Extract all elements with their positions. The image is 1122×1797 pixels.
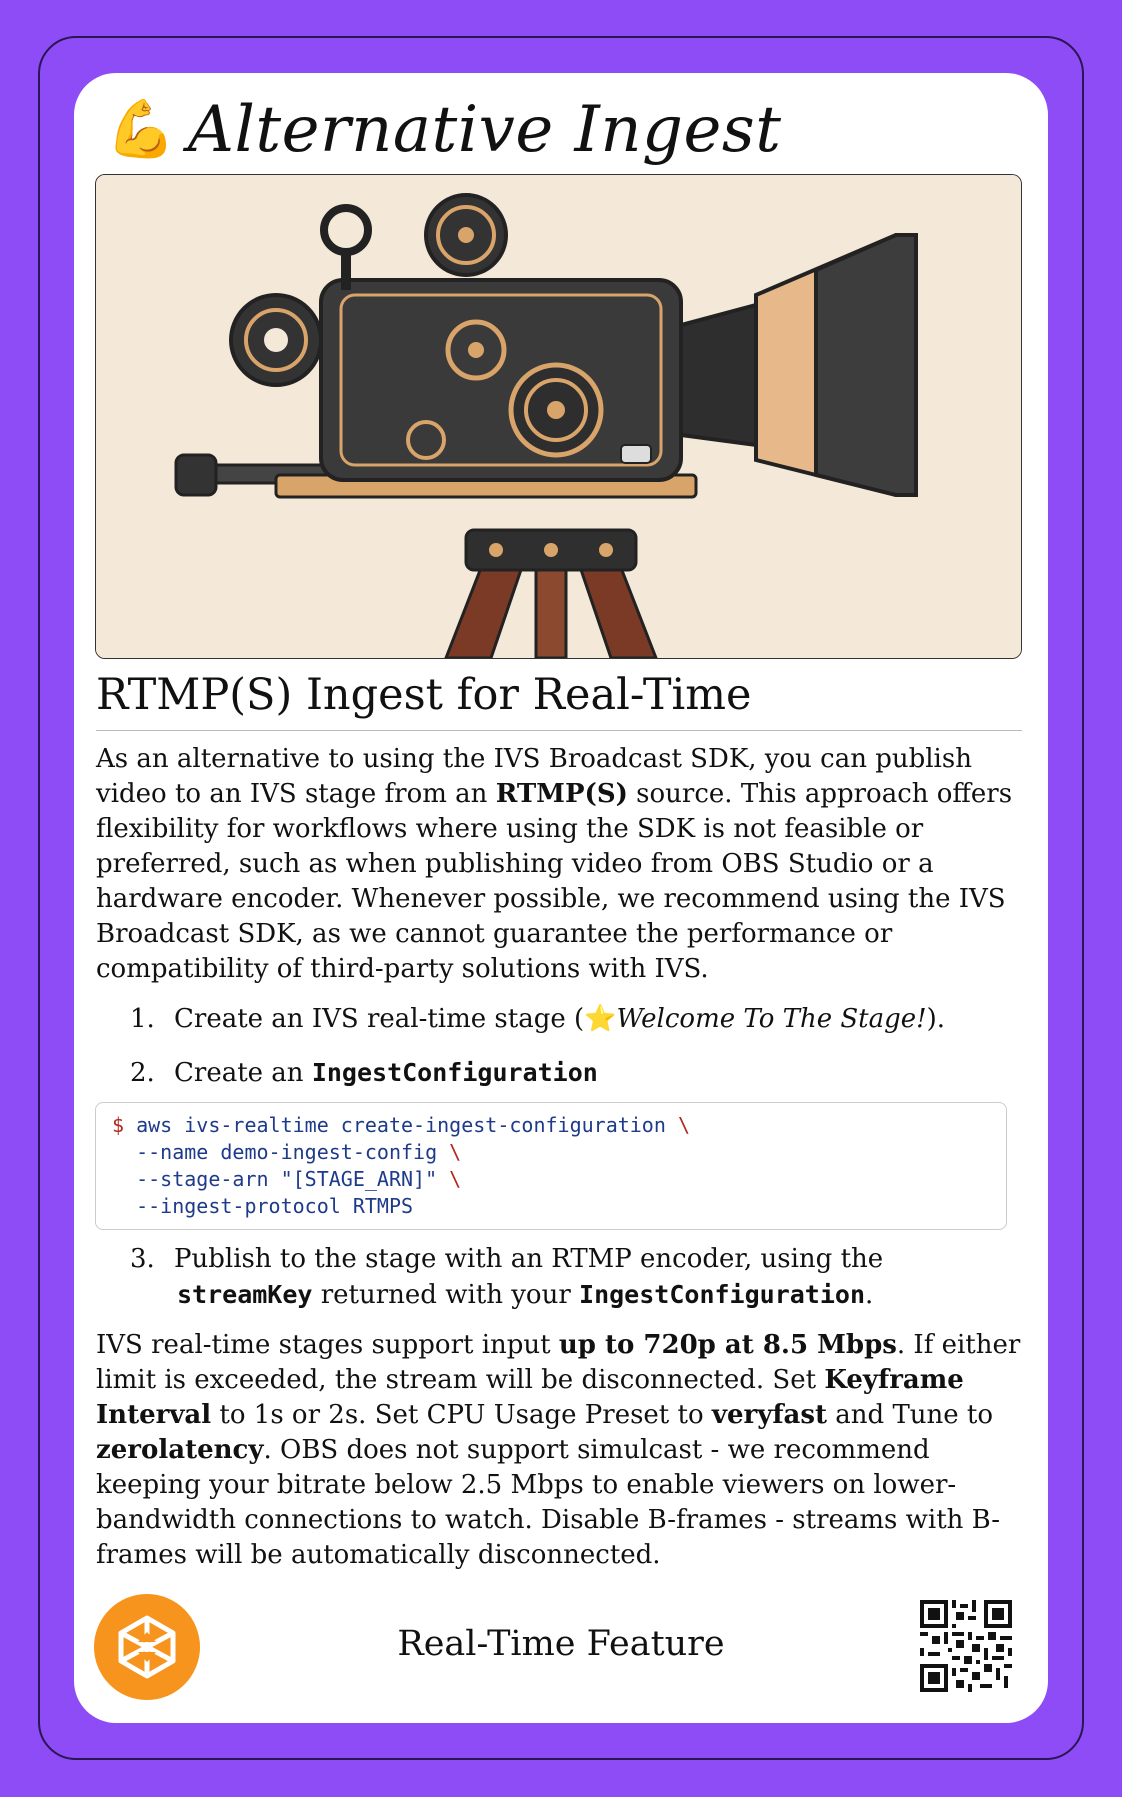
- code-block: $ aws ivs-realtime create-ingest-configu…: [95, 1102, 1007, 1230]
- step-number: 1.: [130, 1004, 155, 1034]
- notes-text: IVS real-time stages support input: [96, 1330, 559, 1360]
- movie-camera-illustration: [96, 175, 1021, 658]
- qr-code-icon: [920, 1600, 1012, 1692]
- code-continuation: \: [449, 1167, 462, 1191]
- notes-paragraph: IVS real-time stages support input up to…: [96, 1328, 1022, 1573]
- step-number: 2.: [130, 1058, 155, 1088]
- notes-text: to 1s or 2s. Set CPU Usage Preset to: [211, 1400, 712, 1430]
- hero-illustration: [95, 174, 1022, 659]
- title-row: 💪 Alternative Ingest: [106, 88, 781, 172]
- code-line-3: --stage-arn "[STAGE_ARN]" \: [112, 1166, 1006, 1193]
- ingest-configuration-code: IngestConfiguration: [579, 1280, 866, 1309]
- code-line-2: --name demo-ingest-config \: [112, 1139, 1006, 1166]
- code-text: --name demo-ingest-config: [112, 1140, 450, 1164]
- stream-key-code: streamKey: [177, 1280, 313, 1309]
- step-3-continuation: streamKey returned with your IngestConfi…: [130, 1277, 1010, 1313]
- flexed-biceps-icon: 💪: [106, 97, 176, 162]
- page-title: Alternative Ingest: [187, 93, 782, 167]
- code-line-4: --ingest-protocol RTMPS: [112, 1193, 1006, 1220]
- step-2: 2. Create an IngestConfiguration: [130, 1055, 1010, 1091]
- ingest-configuration-code: IngestConfiguration: [311, 1058, 598, 1087]
- step-link-text[interactable]: Welcome To The Stage!: [617, 1004, 927, 1034]
- notes-bold: up to 720p at 8.5 Mbps: [558, 1330, 897, 1360]
- notes-bold: veryfast: [711, 1400, 828, 1430]
- code-continuation: \: [677, 1113, 690, 1137]
- code-prompt: $: [112, 1113, 125, 1137]
- intro-paragraph: As an alternative to using the IVS Broad…: [96, 742, 1022, 987]
- step-text: Publish to the stage with an RTMP encode…: [174, 1244, 884, 1274]
- notes-bold: zerolatency: [96, 1435, 264, 1465]
- intro-text-2: source. This approach offers flexibility…: [96, 779, 1013, 984]
- code-continuation: \: [449, 1140, 462, 1164]
- code-text: --stage-arn "[STAGE_ARN]": [112, 1167, 450, 1191]
- code-text: aws ivs-realtime create-ingest-configura…: [124, 1113, 678, 1137]
- step-text: Create an: [174, 1058, 312, 1088]
- section-heading: RTMP(S) Ingest for Real-Time: [96, 670, 1022, 731]
- step-text: Create an IVS real-time stage (: [174, 1004, 585, 1034]
- code-line-1: $ aws ivs-realtime create-ingest-configu…: [112, 1112, 1006, 1139]
- intro-bold-rtmps: RTMP(S): [495, 779, 628, 809]
- star-icon: ⭐: [584, 1004, 617, 1034]
- step-text: returned with your: [312, 1280, 580, 1310]
- code-text: --ingest-protocol RTMPS: [112, 1194, 414, 1218]
- step-number: 3.: [130, 1244, 155, 1274]
- step-3: 3. Publish to the stage with an RTMP enco…: [130, 1242, 1010, 1313]
- step-text-end: ).: [926, 1004, 946, 1034]
- step-text-end: .: [865, 1280, 874, 1310]
- notes-text: and Tune to: [827, 1400, 994, 1430]
- step-1: 1. Create an IVS real-time stage (⭐Welcom…: [130, 1002, 1010, 1037]
